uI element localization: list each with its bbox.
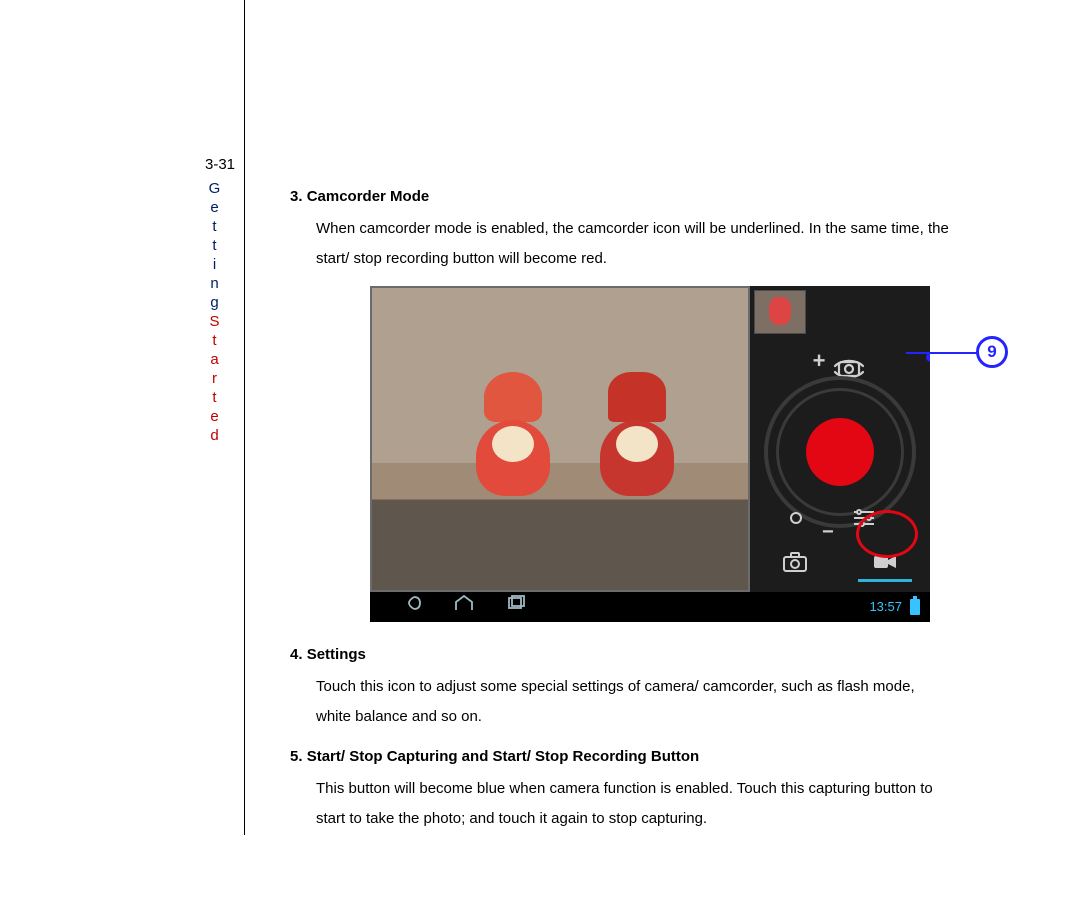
camera-mode-button[interactable] — [750, 540, 840, 584]
item-3: 3. Camcorder Mode When camcorder mode is… — [290, 182, 950, 274]
item-4-title: Settings — [307, 646, 366, 663]
dial-indicator-icon — [790, 512, 802, 524]
section-side-label: GettingStarted — [206, 180, 223, 446]
item-5-num: 5. — [290, 748, 303, 765]
content-column: 3. Camcorder Mode When camcorder mode is… — [290, 182, 950, 844]
item-4-num: 4. — [290, 646, 303, 663]
callout-bubble-9: 9 — [976, 336, 1008, 368]
item-4: 4. Settings Touch this icon to adjust so… — [290, 640, 950, 732]
item-4-body: Touch this icon to adjust some special s… — [316, 672, 950, 732]
item-3-body: When camcorder mode is enabled, the camc… — [316, 214, 950, 274]
battery-icon — [910, 599, 920, 615]
item-3-num: 3. — [290, 188, 303, 205]
home-icon[interactable] — [452, 594, 476, 621]
camera-control-panel: + − — [750, 286, 930, 592]
zoom-plus-icon[interactable]: + — [813, 339, 826, 383]
side-label-part1: Getting — [206, 180, 223, 313]
back-icon[interactable] — [400, 594, 424, 621]
item-5: 5. Start/ Stop Capturing and Start/ Stop… — [290, 742, 950, 834]
figure-wrap: + − — [370, 286, 930, 622]
preview-subject-1 — [466, 376, 560, 496]
preview-subject-2 — [590, 376, 684, 496]
last-shot-thumbnail[interactable] — [754, 290, 806, 334]
record-button[interactable] — [806, 418, 874, 486]
camera-preview — [370, 286, 750, 592]
callout-line — [906, 352, 978, 354]
vertical-rule — [244, 0, 245, 835]
item-4-head: 4. Settings — [290, 640, 950, 670]
item-5-body: This button will become blue when camera… — [316, 774, 950, 834]
switch-camera-icon[interactable] — [831, 350, 867, 372]
item-5-head: 5. Start/ Stop Capturing and Start/ Stop… — [290, 742, 950, 772]
page-number: 3-31 — [205, 156, 235, 173]
camcorder-underline — [858, 579, 912, 582]
zoom-row: + — [750, 346, 930, 376]
item-3-head: 3. Camcorder Mode — [290, 182, 950, 212]
item-3-title: Camcorder Mode — [307, 188, 430, 205]
side-label-part2: Started — [206, 313, 223, 446]
android-navbar: 13:57 — [370, 592, 930, 622]
item-5-title: Start/ Stop Capturing and Start/ Stop Re… — [307, 748, 699, 765]
clock-text: 13:57 — [869, 594, 902, 620]
annotation-circle-camcorder — [856, 510, 918, 558]
camera-screenshot: + − — [370, 286, 930, 622]
recents-icon[interactable] — [504, 594, 528, 621]
